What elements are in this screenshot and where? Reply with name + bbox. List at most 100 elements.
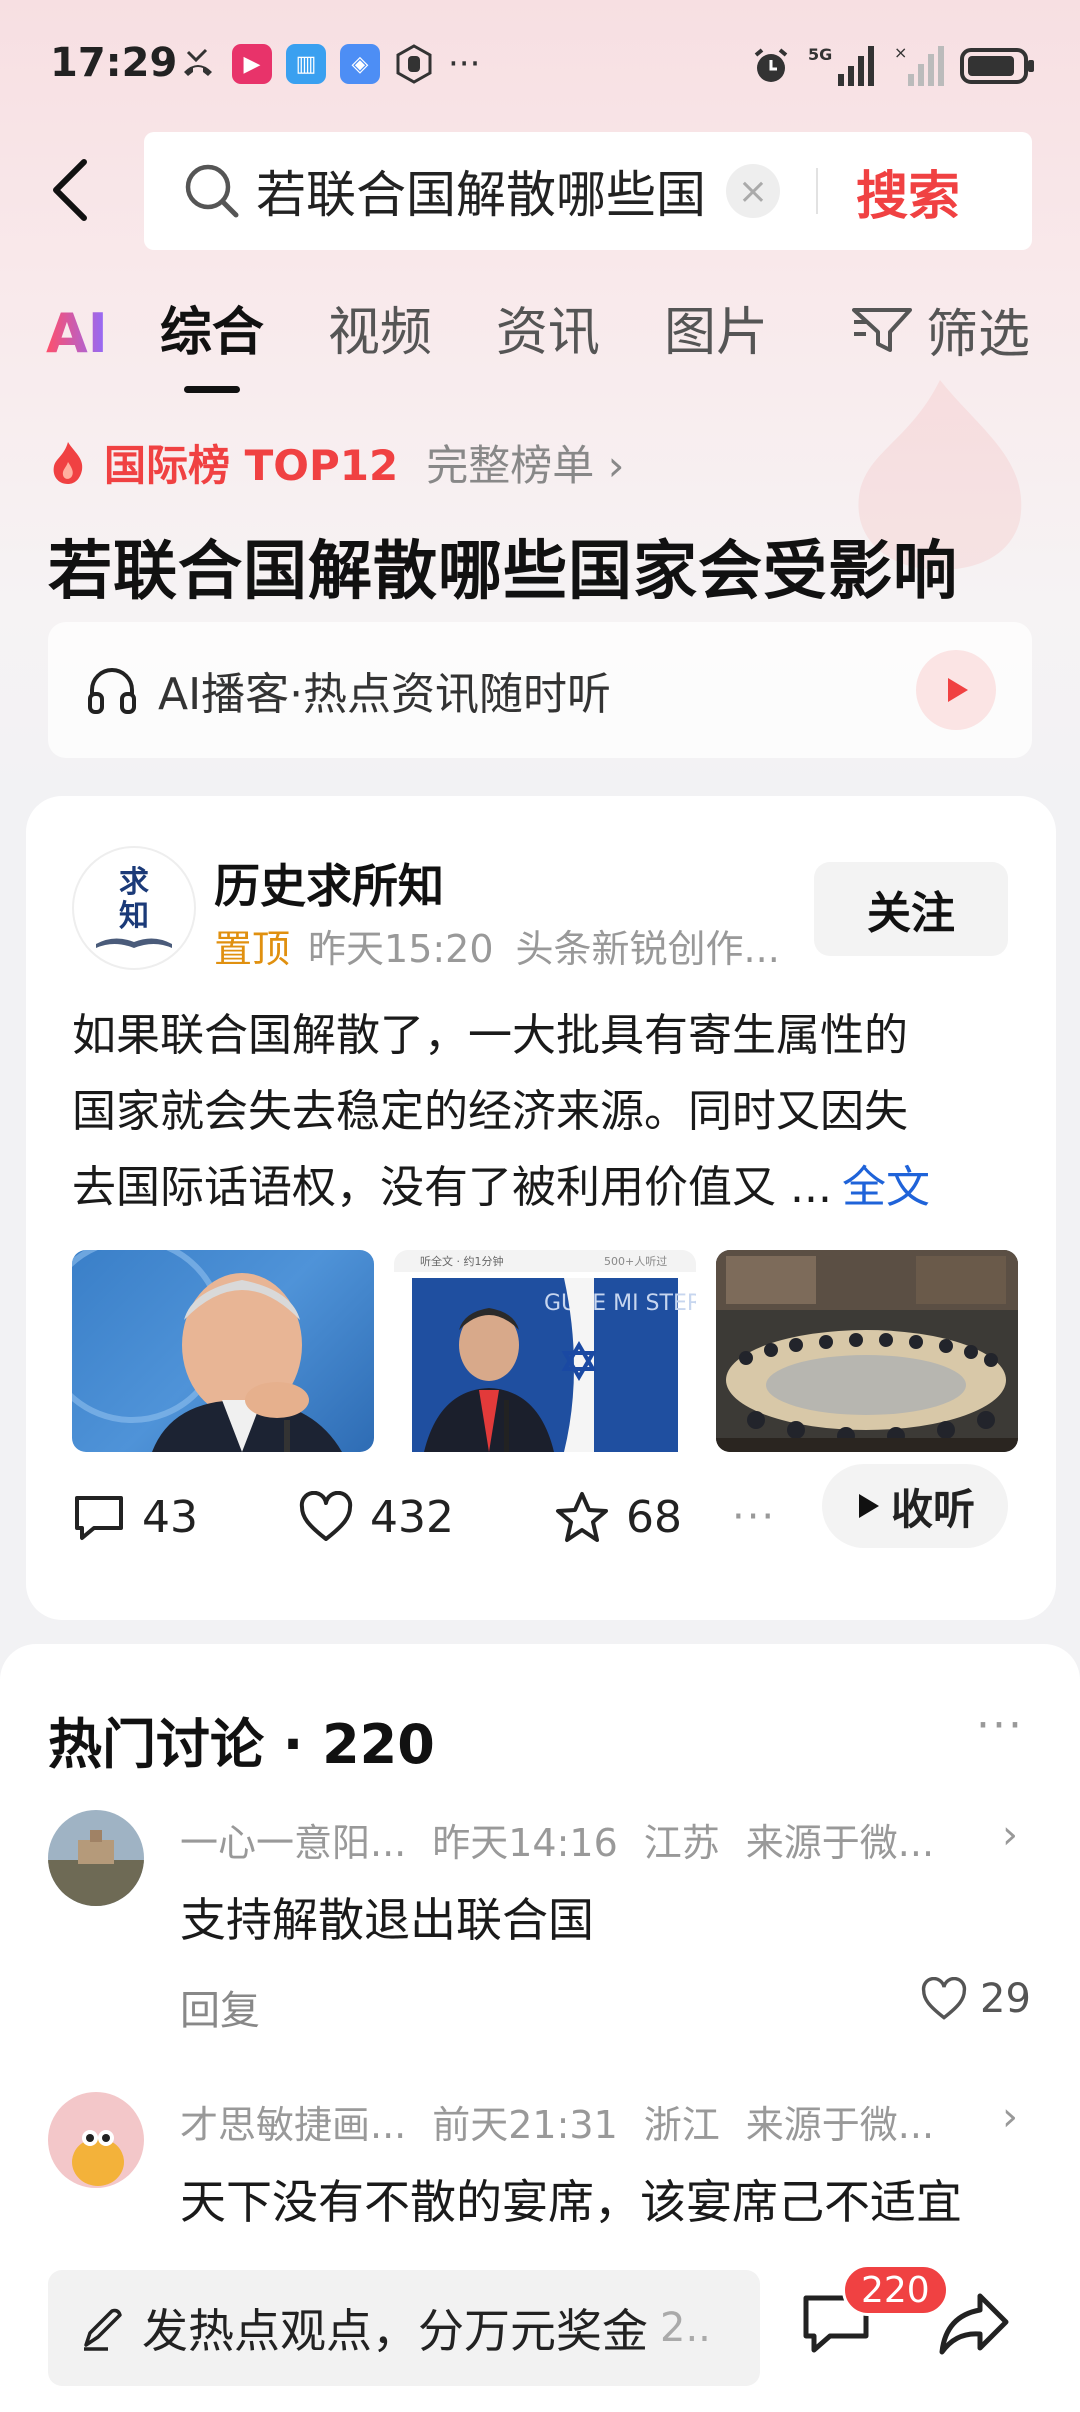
tab-general[interactable]: 综合 [160, 290, 264, 365]
filter-icon [851, 307, 912, 352]
comment-count-badge: 220 [842, 2264, 949, 2316]
comment-location: 浙江 [643, 2103, 720, 2147]
status-icons-right: 5G × [750, 44, 1036, 88]
tab-news[interactable]: 资讯 [496, 290, 600, 365]
read-full-link[interactable]: 全文 [842, 1162, 930, 1213]
composer-placeholder: 发热点观点，分万元奖金 [142, 2304, 648, 2358]
comment-icon [75, 1496, 123, 1540]
play-icon [948, 678, 968, 702]
full-list-link[interactable]: 完整榜单 › [426, 432, 624, 493]
pinned-badge: 置顶 [214, 927, 291, 971]
fire-icon [53, 441, 83, 484]
like-action[interactable]: 432 [298, 1491, 454, 1543]
comment-meta: 才思敏捷画... 前天21:31 浙江 来源于微... [180, 2094, 960, 2149]
comment-avatar[interactable] [48, 1810, 144, 1906]
clear-search-button[interactable]: × [726, 164, 780, 218]
tab-video[interactable]: 视频 [328, 290, 432, 365]
video-app-icon: ▶ [232, 44, 272, 84]
post-body-line-text: 去国际话语权，没有了被利用价值又 ... [72, 1162, 832, 1213]
council-chamber-image [716, 1250, 1018, 1452]
speaker-image: 听全文 · 约1分钟 500+人听过 GUVE MI STERU [394, 1250, 696, 1452]
back-button[interactable] [40, 150, 100, 230]
tab-images[interactable]: 图片 [664, 290, 768, 365]
composer-count: 2.. [660, 2305, 711, 2351]
post-image-2[interactable]: 听全文 · 约1分钟 500+人听过 GUVE MI STERU [394, 1250, 696, 1452]
category-tabs: AI 综合 视频 资讯 图片 [46, 290, 832, 365]
filter-label: 筛选 [925, 305, 1030, 365]
page-title: 若联合国解散哪些国家会受影响 [48, 535, 958, 609]
comment-user[interactable]: 一心一意阳... [180, 1821, 406, 1865]
reply-button[interactable]: 回复 [180, 1978, 260, 2036]
comment-source: 来源于微... [745, 1821, 935, 1865]
hand-icon [396, 44, 432, 84]
post-images: 听全文 · 约1分钟 500+人听过 GUVE MI STERU [72, 1250, 1018, 1452]
post-image-1[interactable] [72, 1250, 374, 1452]
comment-text[interactable]: 天下没有不散的宴席，该宴席己不适宜 [180, 2166, 962, 2232]
more-options-icon[interactable]: ··· [732, 1494, 776, 1540]
share-button[interactable] [936, 2290, 1012, 2364]
ai-podcast-bar[interactable]: AI播客·热点资讯随时听 [48, 622, 1032, 758]
svg-text:×: × [894, 44, 907, 62]
book-icon [96, 938, 172, 948]
landscape-avatar [48, 1810, 144, 1906]
search-input[interactable]: 若联合国解散哪些国 [256, 155, 716, 227]
hot-rank-row[interactable]: 国际榜 TOP12 完整榜单 › [48, 432, 624, 493]
chevron-left-icon [53, 159, 87, 221]
like-count: 432 [370, 1491, 454, 1543]
avatar-char-2: 知 [119, 899, 149, 934]
book-app-icon: ▥ [286, 44, 326, 84]
tab-ai[interactable]: AI [46, 302, 108, 365]
discussion-more-icon[interactable]: ··· [976, 1700, 1024, 1751]
shield-app-icon: ◈ [340, 44, 380, 84]
comment-user[interactable]: 才思敏捷画... [180, 2103, 406, 2147]
status-icons-left: ▶ ▥ ◈ ··· [178, 44, 480, 84]
follow-button[interactable]: 关注 [814, 862, 1008, 956]
listen-label: 收听 [890, 1484, 975, 1534]
author-name[interactable]: 历史求所知 [214, 850, 444, 916]
post-body[interactable]: 如果联合国解散了，一大批具有寄生属性的 国家就会失去稳定的经济来源。同时又因失 … [72, 998, 1012, 1226]
search-icon [185, 164, 239, 218]
comment-text[interactable]: 支持解散退出联合国 [180, 1884, 594, 1950]
pen-icon [84, 2308, 122, 2351]
comment-like-count: 29 [980, 1976, 1031, 2022]
chevron-right-icon[interactable]: › [1002, 1812, 1018, 1858]
post-body-line: 国家就会失去稳定的经济来源。同时又因失 [72, 1086, 908, 1137]
avatar-char-1: 求 [119, 865, 149, 900]
portrait-image [72, 1250, 342, 1452]
svg-text:听全文 · 约1分钟: 听全文 · 约1分钟 [420, 1254, 504, 1268]
cartoon-avatar [48, 2092, 144, 2188]
comment-like-button[interactable]: 29 [920, 1976, 1031, 2022]
star-icon [555, 1492, 608, 1542]
author-avatar[interactable]: 求 知 [72, 846, 196, 970]
post-time: 昨天15:20 [308, 927, 494, 971]
missed-call-icon [184, 48, 212, 76]
svg-text:GUVE MI STERU: GUVE MI STERU [544, 1291, 696, 1316]
comment-composer[interactable]: 发热点观点，分万元奖金 2.. [48, 2270, 760, 2386]
comment-avatar[interactable] [48, 2092, 144, 2188]
search-button[interactable]: 搜索 [856, 154, 960, 229]
filter-button[interactable]: 筛选 [851, 292, 1030, 367]
discussion-title: 热门讨论 · 220 [48, 1713, 435, 1776]
favorite-count: 68 [625, 1491, 682, 1543]
svg-text:500+人听过: 500+人听过 [604, 1255, 667, 1268]
favorite-action[interactable]: 68 [554, 1490, 682, 1544]
listen-button[interactable]: 收听 [822, 1464, 1008, 1548]
signal-2-icon: × [894, 44, 944, 86]
heart-icon [921, 1977, 967, 2020]
search-bar[interactable]: 若联合国解散哪些国 × 搜索 [144, 132, 1032, 250]
share-icon [939, 2293, 1009, 2355]
post-image-3[interactable] [716, 1250, 1018, 1452]
comment-count: 43 [142, 1491, 198, 1543]
post-body-line: 去国际话语权，没有了被利用价值又 ... 全文 [72, 1150, 1012, 1226]
headphones-icon [88, 668, 136, 714]
status-time: 17:29 [50, 40, 178, 86]
podcast-play-button[interactable] [916, 650, 996, 730]
post-source: 头条新锐创作... [515, 927, 780, 971]
play-icon [858, 1494, 879, 1518]
more-dots-icon: ··· [448, 44, 481, 84]
comment-action[interactable]: 43 [72, 1490, 198, 1544]
chevron-right-icon[interactable]: › [1002, 2094, 1018, 2140]
comment-time: 前天21:31 [432, 2103, 618, 2147]
comment-source: 来源于微... [745, 2103, 935, 2147]
hot-rank-label: 国际榜 TOP12 [104, 441, 399, 490]
